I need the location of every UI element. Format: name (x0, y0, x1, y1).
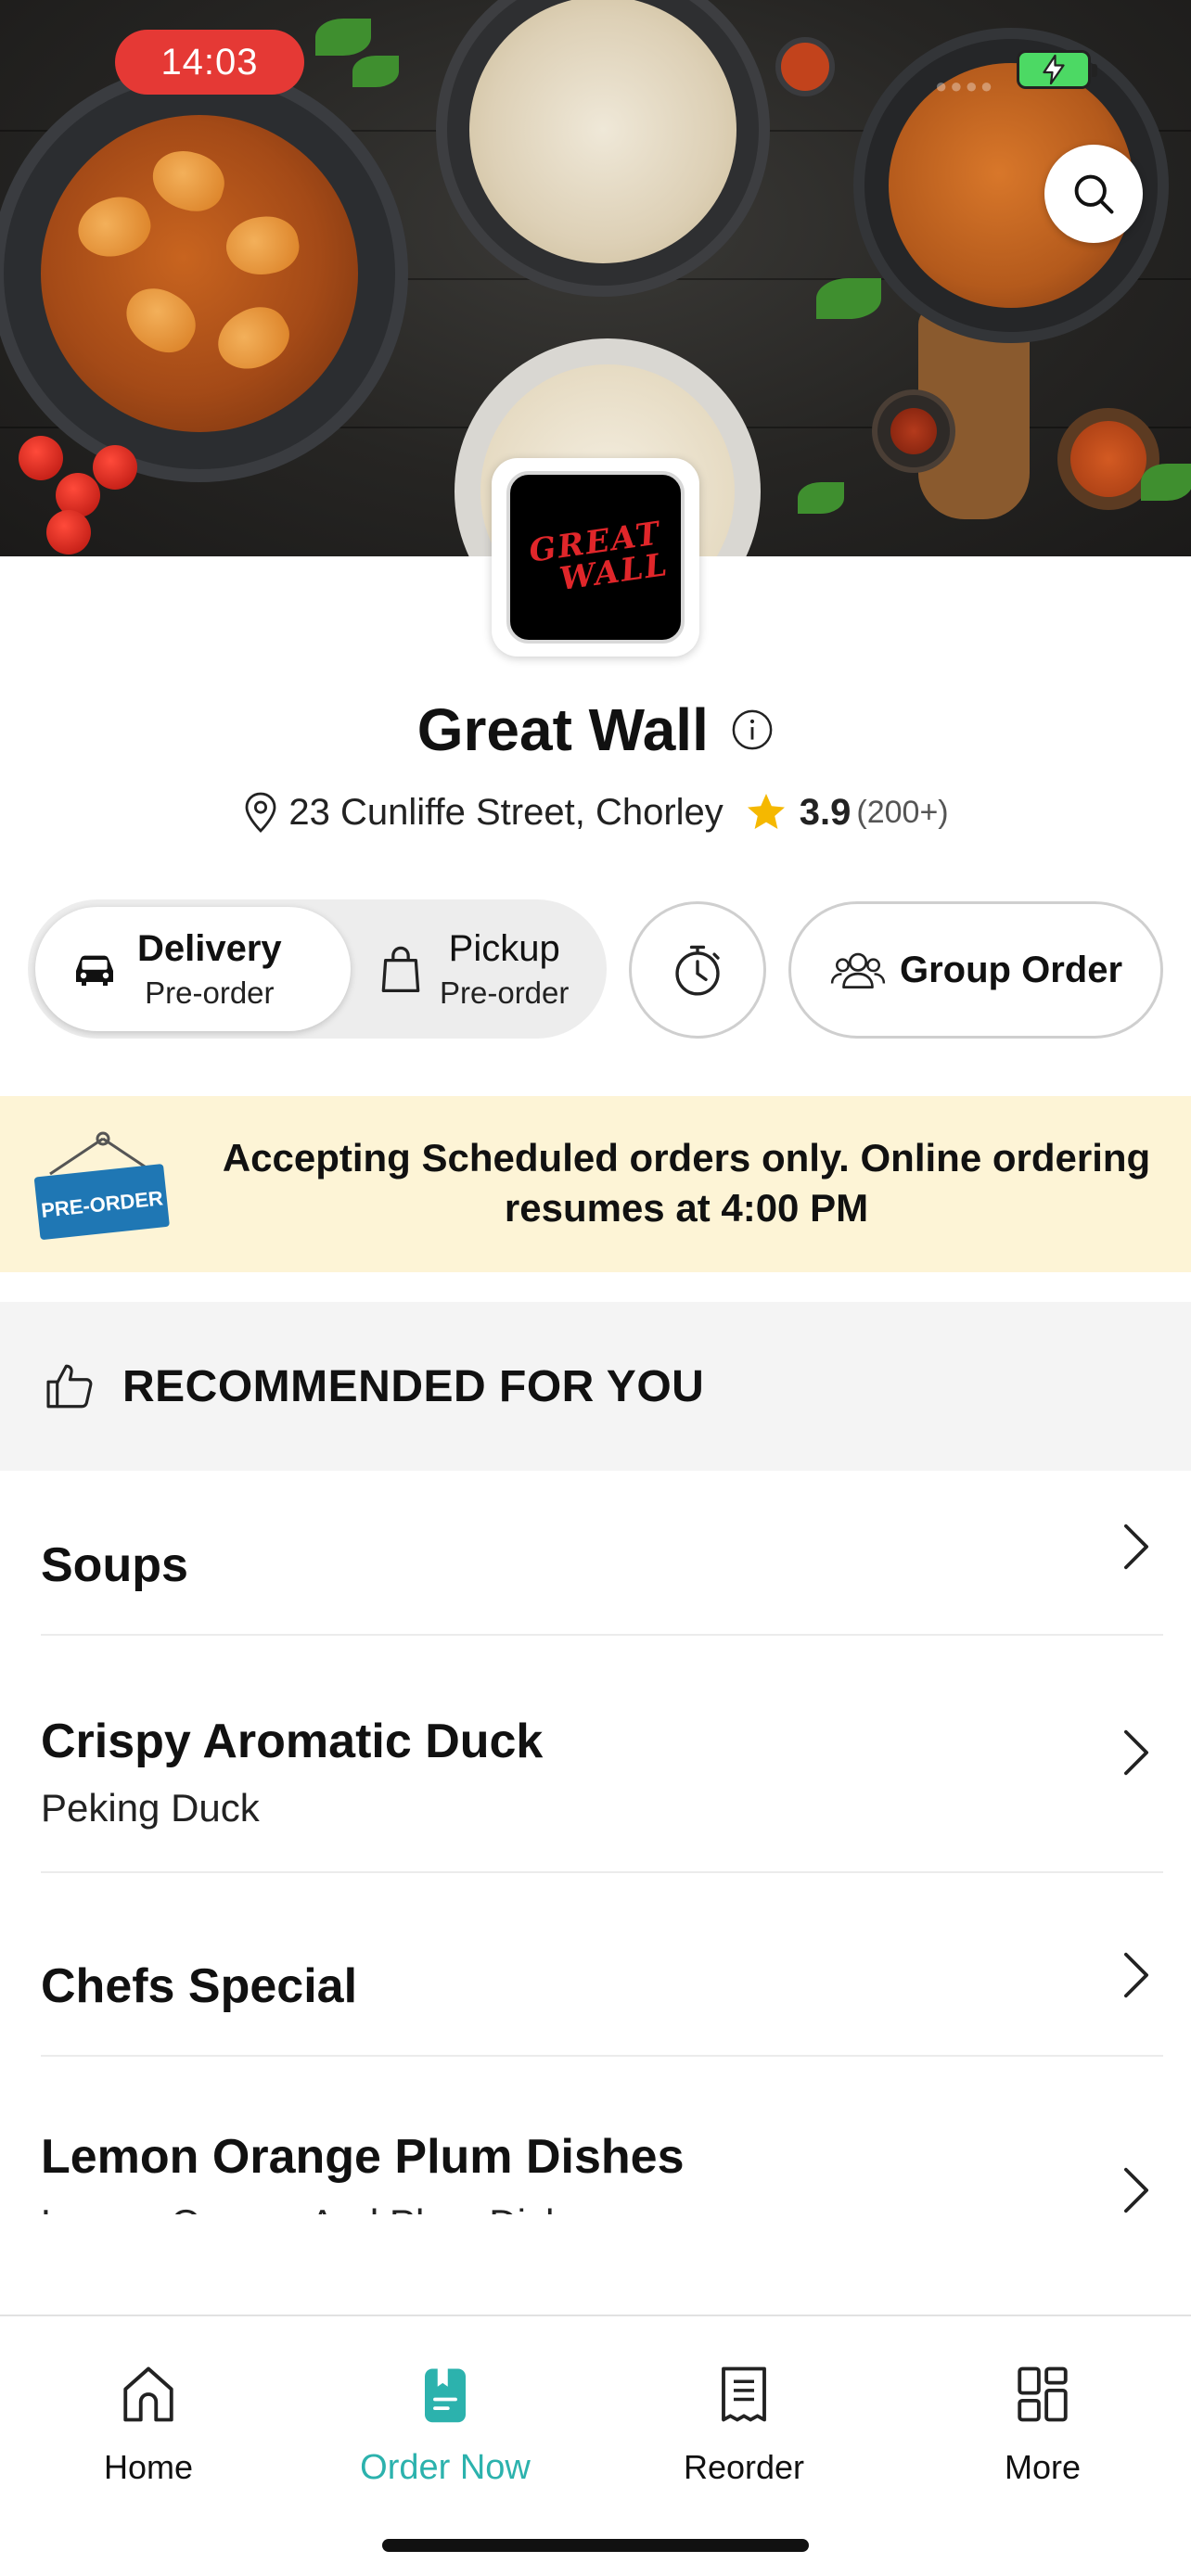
star-icon (747, 794, 785, 829)
category-name: Soups (41, 1538, 188, 1592)
nav-order-now[interactable]: Order Now (334, 2361, 557, 2488)
preorder-sign-icon: PRE-ORDER (34, 1131, 170, 1240)
search-icon (1074, 174, 1114, 214)
chevron-right-icon (1124, 1952, 1148, 1998)
nav-more[interactable]: More (931, 2361, 1154, 2487)
restaurant-name: Great Wall (416, 696, 709, 763)
battery-charging-icon (1017, 50, 1097, 89)
nav-reorder[interactable]: Reorder (633, 2361, 855, 2487)
group-users-icon (830, 952, 886, 988)
delivery-sub: Pre-order (145, 975, 275, 1010)
shopping-bag-icon (381, 946, 420, 992)
rice-bowl-image (436, 0, 770, 297)
chevron-right-icon (1124, 1524, 1148, 1570)
search-button[interactable] (1044, 145, 1143, 243)
category-subtitle: Peking Duck (41, 1786, 260, 1830)
nav-more-label: More (1004, 2448, 1082, 2486)
receipt-icon (722, 2366, 766, 2422)
schedule-time-button[interactable] (629, 901, 766, 1039)
home-indicator[interactable] (382, 2539, 809, 2552)
pickup-option[interactable]: Pickup Pre-order (354, 907, 601, 1031)
signal-dots-icon: ●●●● (935, 74, 996, 97)
pickup-sub: Pre-order (440, 975, 570, 1010)
category-subtitle: Lemon Orange And Plum Dishes (41, 2201, 608, 2214)
status-time: 14:03 (115, 30, 304, 95)
category-row[interactable]: Chefs Special (41, 1873, 1163, 2057)
recommended-label: RECOMMENDED FOR YOU (122, 1361, 705, 1411)
category-row[interactable]: Soups (41, 1471, 1163, 1636)
bottom-navigation: Home Order Now Reorder More (0, 2315, 1191, 2576)
restaurant-address: 23 Cunliffe Street, Chorley (288, 791, 724, 833)
order-mode-toggle: Delivery Pre-order Pickup Pre-order (28, 899, 607, 1039)
rating-value: 3.9 (799, 791, 852, 833)
chevron-right-icon (1124, 1729, 1148, 1776)
chevron-right-icon (1124, 2167, 1148, 2213)
stopwatch-icon (675, 945, 720, 996)
nav-home-label: Home (103, 2448, 194, 2486)
category-name: Chefs Special (41, 1959, 358, 2013)
recommended-section-header[interactable]: RECOMMENDED FOR YOU (0, 1302, 1191, 1471)
category-row[interactable]: Crispy Aromatic Duck Peking Duck (41, 1636, 1163, 1873)
category-name: Lemon Orange Plum Dishes (41, 2130, 685, 2184)
banner-message: Accepting Scheduled orders only. Online … (222, 1136, 1151, 1230)
category-row[interactable]: Lemon Orange Plum Dishes Lemon Orange An… (41, 2057, 1163, 2214)
delivery-label: Delivery (137, 927, 282, 969)
group-order-button[interactable]: Group Order (788, 901, 1163, 1039)
location-pin-icon (245, 792, 276, 833)
category-name: Crispy Aromatic Duck (41, 1715, 544, 1768)
restaurant-logo: GREAT WALL (492, 458, 699, 657)
nav-order-now-label: Order Now (360, 2448, 531, 2487)
home-icon (123, 2366, 173, 2422)
nav-reorder-label: Reorder (683, 2448, 805, 2486)
thumbs-up-icon (46, 1364, 93, 1409)
info-icon[interactable] (731, 708, 774, 751)
delivery-option[interactable]: Delivery Pre-order (35, 907, 351, 1031)
car-icon (76, 955, 113, 986)
curry-pan-image (0, 65, 408, 482)
scheduled-orders-banner: PRE-ORDER Accepting Scheduled orders onl… (0, 1096, 1191, 1272)
nav-home[interactable]: Home (37, 2361, 260, 2487)
rating-count: (200+) (856, 794, 949, 830)
group-order-label: Group Order (899, 949, 1123, 990)
grid-icon (1018, 2366, 1068, 2422)
pickup-label: Pickup (448, 927, 560, 969)
order-now-icon (425, 2368, 466, 2423)
